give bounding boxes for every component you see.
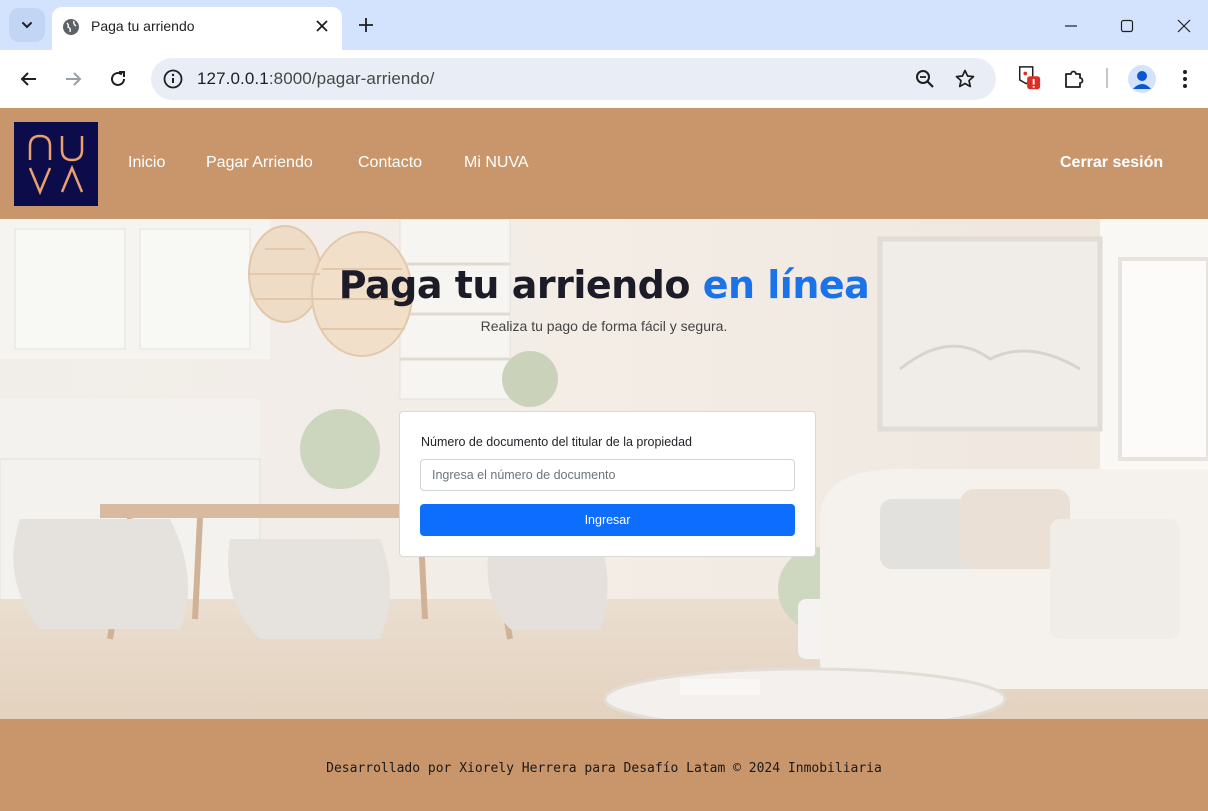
hero-subtitle: Realiza tu pago de forma fácil y segura.	[480, 318, 728, 334]
person-icon	[1133, 71, 1151, 89]
browser-toolbar: 127.0.0.1:8000/pagar-arriendo/	[0, 50, 1208, 108]
nav-contacto[interactable]: Contacto	[358, 154, 422, 172]
hero-section: Paga tu arriendo en línea Realiza tu pag…	[0, 219, 1208, 719]
url-text[interactable]: 127.0.0.1:8000/pagar-arriendo/	[197, 69, 434, 89]
active-tab[interactable]: Paga tu arriendo	[52, 7, 342, 50]
tab-close-button[interactable]	[312, 16, 332, 36]
nav-pagar-arriendo[interactable]: Pagar Arriendo	[206, 154, 313, 172]
hero-title-accent: en línea	[702, 263, 870, 307]
nuva-logo[interactable]	[14, 122, 98, 206]
browser-tabstrip: Paga tu arriendo	[0, 0, 1208, 50]
nav-inicio[interactable]: Inicio	[128, 154, 165, 172]
payment-login-card: Número de documento del titular de la pr…	[399, 411, 816, 557]
tab-search-button[interactable]	[9, 8, 45, 42]
site-footer: Desarrollado por Xiorely Herrera para De…	[0, 719, 1208, 811]
extension-alert-icon[interactable]	[1016, 66, 1042, 92]
url-path: :8000/pagar-arriendo/	[268, 69, 435, 88]
plus-icon	[359, 18, 373, 32]
close-icon	[1177, 19, 1191, 33]
more-vert-icon	[1183, 70, 1187, 88]
url-host: 127.0.0.1	[197, 69, 269, 88]
extensions-puzzle-icon[interactable]	[1061, 66, 1087, 92]
logout-link[interactable]: Cerrar sesión	[1060, 154, 1163, 172]
ingresar-button[interactable]: Ingresar	[420, 504, 795, 536]
site-info-icon[interactable]	[161, 67, 185, 91]
address-bar[interactable]: 127.0.0.1:8000/pagar-arriendo/	[151, 58, 996, 100]
site-header: Inicio Pagar Arriendo Contacto Mi NUVA C…	[0, 108, 1208, 219]
profile-avatar[interactable]	[1128, 65, 1156, 93]
zoom-icon[interactable]	[913, 67, 937, 91]
browser-menu-button[interactable]	[1172, 66, 1198, 92]
arrow-left-icon	[20, 72, 36, 86]
forward-button[interactable]	[58, 64, 88, 94]
toolbar-divider	[1106, 68, 1108, 88]
chevron-down-icon	[22, 22, 32, 29]
back-button[interactable]	[14, 64, 44, 94]
close-window-button[interactable]	[1172, 14, 1196, 38]
minimize-icon	[1065, 25, 1077, 27]
nav-mi-nuva[interactable]: Mi NUVA	[464, 154, 529, 172]
document-number-label: Número de documento del titular de la pr…	[421, 435, 693, 449]
hero-title: Paga tu arriendo en línea	[0, 263, 1208, 307]
maximize-icon	[1120, 19, 1134, 33]
globe-icon	[63, 19, 79, 35]
maximize-button[interactable]	[1115, 14, 1139, 38]
footer-credits: Desarrollado por Xiorely Herrera para De…	[326, 761, 882, 776]
bookmark-star-icon[interactable]	[953, 67, 977, 91]
reload-icon	[111, 71, 125, 86]
document-number-input[interactable]	[420, 459, 795, 491]
reload-button[interactable]	[103, 64, 133, 94]
new-tab-button[interactable]	[355, 14, 377, 36]
tab-title: Paga tu arriendo	[91, 18, 195, 34]
hero-title-main: Paga tu arriendo	[338, 263, 691, 307]
minimize-button[interactable]	[1059, 14, 1083, 38]
arrow-right-icon	[66, 72, 82, 86]
close-icon	[316, 20, 328, 32]
